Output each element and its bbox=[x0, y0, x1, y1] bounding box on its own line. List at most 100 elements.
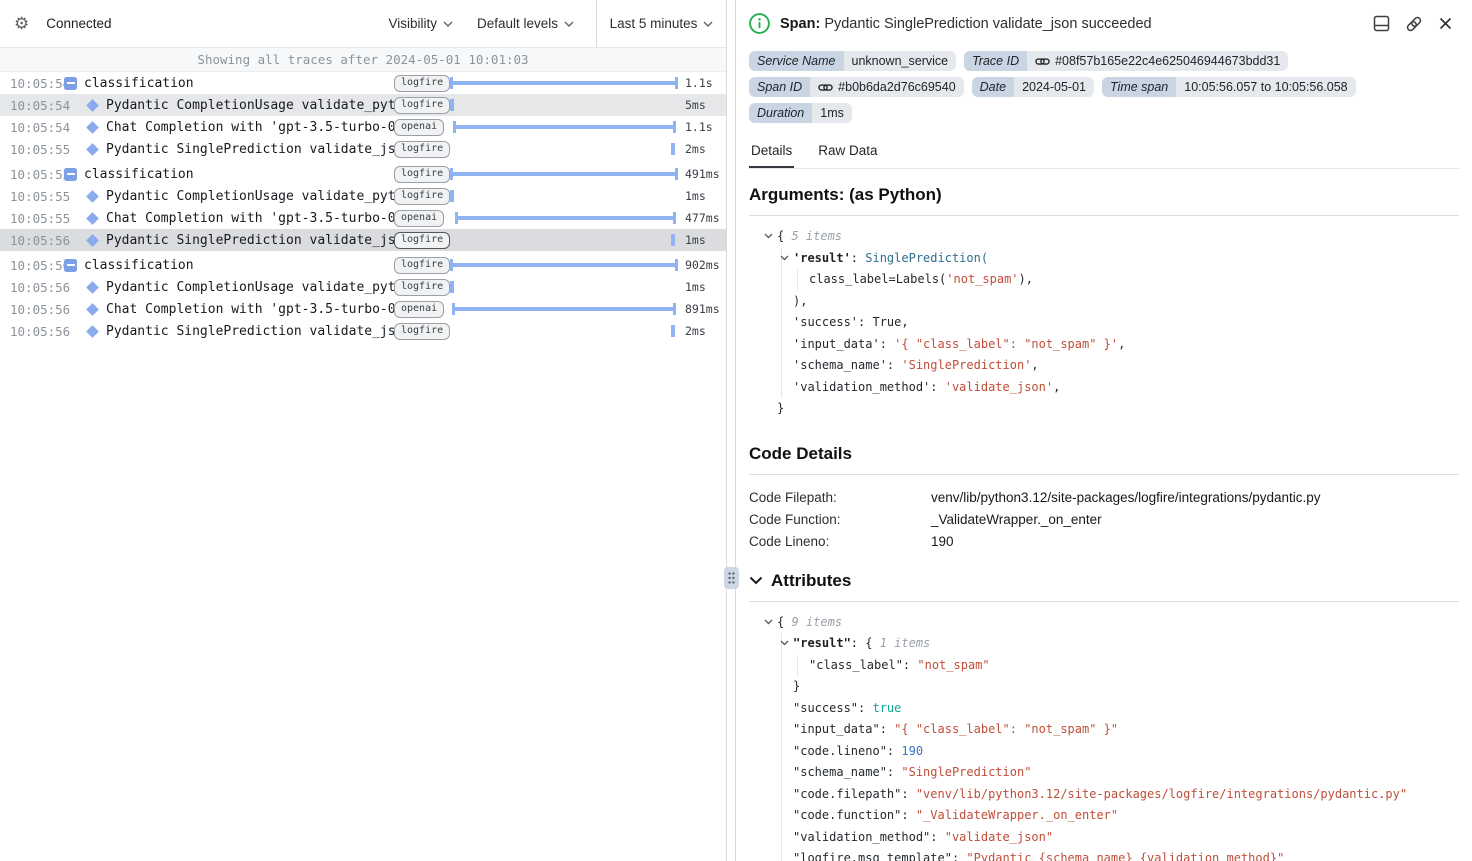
trace-row[interactable]: 10:05:56Chat Completion with 'gpt-3.5-tu… bbox=[0, 298, 726, 320]
duration-label: 2ms bbox=[678, 324, 726, 338]
trace-row[interactable]: 10:05:54classificationlogfire1.1s bbox=[0, 72, 726, 94]
visibility-dropdown[interactable]: Visibility bbox=[376, 0, 465, 47]
span-actions bbox=[1371, 13, 1459, 35]
code-token-str: "Pydantic {schema_name} {validation_meth… bbox=[966, 851, 1284, 861]
trace-row-time: 10:05:54 bbox=[0, 76, 64, 91]
span-diamond-icon bbox=[86, 234, 99, 247]
badge-value-text: 1ms bbox=[820, 106, 844, 120]
badge-value: #08f57b165e22c4e625046944673bdd31 bbox=[1027, 51, 1288, 71]
collapse-toggle-icon[interactable] bbox=[64, 259, 77, 272]
code-token-key: "schema_name" bbox=[793, 765, 887, 779]
duration-label: 491ms bbox=[678, 167, 726, 181]
code-line: 'input_data': '{ "class_label": "not_spa… bbox=[757, 334, 1459, 356]
collapse-toggle-icon[interactable] bbox=[764, 619, 773, 625]
code-line: } bbox=[757, 398, 1459, 420]
tab-raw-data[interactable]: Raw Data bbox=[816, 137, 879, 168]
collapse-toggle-icon[interactable] bbox=[764, 233, 773, 239]
indent-guide bbox=[781, 291, 782, 313]
duration-bar-track bbox=[450, 229, 678, 251]
badge-label: Trace ID bbox=[964, 51, 1027, 71]
code-token-plain: : True, bbox=[858, 315, 909, 329]
code-token-plain: : bbox=[851, 251, 865, 265]
time-range-dropdown-label: Last 5 minutes bbox=[610, 16, 698, 31]
trace-row-time: 10:05:56 bbox=[0, 324, 64, 339]
trace-row[interactable]: 10:05:55Chat Completion with 'gpt-3.5-tu… bbox=[0, 207, 726, 229]
trace-row[interactable]: 10:05:55Pydantic CompletionUsage validat… bbox=[0, 185, 726, 207]
code-token-plain: : bbox=[903, 658, 917, 672]
code-token-plain: : bbox=[901, 808, 915, 822]
code-detail-row: Code Function:_ValidateWrapper._on_enter bbox=[749, 509, 1459, 531]
trace-row[interactable]: 10:05:56classificationlogfire902ms bbox=[0, 254, 726, 276]
code-line: 'schema_name': 'SinglePrediction', bbox=[757, 355, 1459, 377]
code-token-str: 'SinglePrediction' bbox=[901, 358, 1031, 372]
code-token-str: "validate_json" bbox=[945, 830, 1053, 844]
trace-controls: Visibility Default levels Last 5 minutes bbox=[376, 0, 726, 47]
indent-guide bbox=[781, 848, 782, 861]
panel-resize-handle[interactable] bbox=[724, 567, 739, 589]
badge-label: Duration bbox=[749, 103, 812, 123]
copy-link-button[interactable] bbox=[1403, 13, 1425, 35]
trace-row[interactable]: 10:05:55classificationlogfire491ms bbox=[0, 163, 726, 185]
code-line: "code.lineno": 190 bbox=[757, 741, 1459, 763]
scope-tag-cell: logfire bbox=[394, 232, 444, 249]
badge-label: Date bbox=[972, 77, 1014, 97]
duration-bar-track bbox=[450, 207, 678, 229]
duration-bar-track bbox=[450, 138, 678, 160]
trace-row[interactable]: 10:05:54Pydantic CompletionUsage validat… bbox=[0, 94, 726, 116]
close-panel-button[interactable] bbox=[1436, 14, 1455, 33]
span-metadata-badge: Date2024-05-01 bbox=[972, 77, 1094, 97]
span-metadata-badge: Span ID#b0b6da2d76c69540 bbox=[749, 77, 964, 97]
code-token-str: 'validate_json' bbox=[945, 380, 1053, 394]
scope-tag: logfire bbox=[394, 75, 450, 92]
code-line: "result": { 1 items bbox=[757, 633, 1459, 655]
link-icon bbox=[1405, 15, 1423, 33]
scope-tag: openai bbox=[394, 119, 444, 136]
duration-bar bbox=[450, 168, 678, 180]
collapse-toggle-icon[interactable] bbox=[64, 168, 77, 181]
code-token-plain: : bbox=[930, 380, 944, 394]
gear-icon[interactable]: ⚙ bbox=[14, 15, 29, 32]
code-token-str: "not_spam" bbox=[917, 658, 989, 672]
collapse-toggle-icon[interactable] bbox=[780, 255, 789, 261]
code-token-items: 1 items bbox=[880, 636, 931, 650]
link-icon[interactable] bbox=[818, 82, 833, 93]
code-token-keyb: 'result' bbox=[793, 251, 851, 265]
scope-tag: logfire bbox=[394, 97, 450, 114]
code-token-key: "logfire.msg_template" bbox=[793, 851, 952, 861]
duration-label: 5ms bbox=[678, 98, 726, 112]
badge-value: 2024-05-01 bbox=[1014, 77, 1094, 97]
code-line: "class_label": "not_spam" bbox=[757, 655, 1459, 677]
trace-row[interactable]: 10:05:54Chat Completion with 'gpt-3.5-tu… bbox=[0, 116, 726, 138]
trace-row-name: Pydantic SinglePrediction validate_json bbox=[106, 324, 394, 339]
code-line: "input_data": "{ "class_label": "not_spa… bbox=[757, 719, 1459, 741]
collapse-toggle-icon[interactable] bbox=[64, 77, 77, 90]
trace-row[interactable]: 10:05:56 Pydantic SinglePrediction valida… bbox=[0, 320, 726, 342]
collapse-toggle-icon[interactable] bbox=[780, 640, 789, 646]
trace-row-name-cell: Chat Completion with 'gpt-3.5-turbo-0613… bbox=[64, 120, 394, 135]
trace-row[interactable]: 10:05:56Pydantic CompletionUsage validat… bbox=[0, 276, 726, 298]
showing-traces-banner: Showing all traces after 2024-05-01 10:0… bbox=[0, 48, 726, 72]
trace-row[interactable]: 10:05:56Pydantic SinglePrediction valida… bbox=[0, 229, 726, 251]
scope-tag: logfire bbox=[394, 279, 450, 296]
code-token-key: "validation_method" bbox=[793, 830, 930, 844]
link-icon[interactable] bbox=[1035, 56, 1050, 67]
default-levels-dropdown[interactable]: Default levels bbox=[465, 0, 586, 47]
time-range-dropdown[interactable]: Last 5 minutes bbox=[598, 16, 726, 31]
span-diamond-icon bbox=[86, 99, 99, 112]
badge-value: #b0b6da2d76c69540 bbox=[810, 77, 963, 97]
code-detail-label: Code Function: bbox=[749, 509, 931, 531]
chevron-down-icon[interactable] bbox=[749, 576, 763, 585]
dock-panel-button[interactable] bbox=[1371, 13, 1392, 34]
tab-details[interactable]: Details bbox=[749, 137, 794, 168]
code-token-plain: : bbox=[887, 744, 901, 758]
trace-row[interactable]: 10:05:55 Pydantic SinglePrediction valida… bbox=[0, 138, 726, 160]
code-token-plain: { bbox=[777, 615, 791, 629]
trace-row-time: 10:05:55 bbox=[0, 142, 64, 157]
trace-row-name: Pydantic SinglePrediction validate_json bbox=[106, 142, 394, 157]
traces-panel: ⚙ Connected Visibility Default levels La… bbox=[0, 0, 727, 861]
scope-tag-cell: logfire bbox=[394, 279, 444, 296]
duration-label: 1.1s bbox=[678, 120, 726, 134]
indent-guide bbox=[781, 698, 782, 720]
trace-row-time: 10:05:55 bbox=[0, 211, 64, 226]
trace-row-name-cell: Pydantic CompletionUsage validate_python bbox=[64, 189, 394, 204]
